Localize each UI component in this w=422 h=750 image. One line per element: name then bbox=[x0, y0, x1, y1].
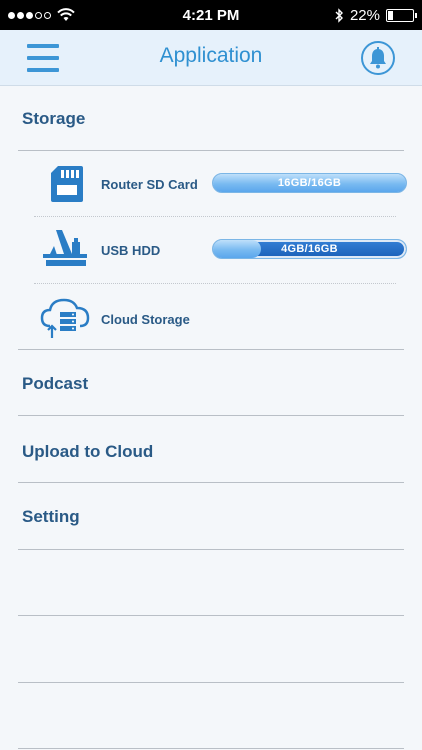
notification-button[interactable] bbox=[361, 41, 395, 75]
battery-percent: 22% bbox=[349, 6, 380, 24]
signal-strength-icon bbox=[8, 11, 51, 19]
storage-section-header[interactable]: Storage bbox=[22, 109, 85, 129]
divider bbox=[18, 748, 404, 749]
divider bbox=[18, 682, 404, 683]
storage-item-usb-hdd[interactable]: USB HDD 4GB/16GB bbox=[0, 220, 422, 280]
cloud-storage-icon bbox=[40, 298, 90, 338]
menu-item-upload-to-cloud[interactable]: Upload to Cloud bbox=[22, 442, 153, 462]
signal-dot bbox=[44, 11, 51, 19]
wifi-icon bbox=[57, 8, 75, 21]
signal-dot bbox=[8, 11, 15, 19]
battery-icon bbox=[385, 8, 417, 22]
divider bbox=[18, 615, 404, 616]
divider bbox=[18, 150, 404, 151]
usb-drive-icon bbox=[43, 230, 87, 266]
status-left bbox=[8, 8, 128, 22]
divider bbox=[18, 415, 404, 416]
battery-fill bbox=[387, 10, 394, 20]
divider bbox=[18, 482, 404, 483]
menu-item-podcast[interactable]: Podcast bbox=[22, 374, 88, 394]
page-title: Application bbox=[159, 44, 263, 67]
usage-progress-bar: 4GB/16GB bbox=[212, 239, 407, 259]
app-header: Application bbox=[0, 30, 422, 86]
bluetooth-icon bbox=[335, 7, 343, 23]
storage-item-label: Router SD Card bbox=[101, 177, 198, 192]
status-right: 22% bbox=[294, 6, 417, 24]
usage-text: 16GB/16GB bbox=[277, 177, 342, 189]
dotted-divider bbox=[34, 216, 396, 217]
status-bar: 4:21 PM 22% bbox=[0, 0, 422, 30]
menu-item-setting[interactable]: Setting bbox=[22, 507, 80, 527]
menu-line bbox=[27, 68, 59, 72]
divider bbox=[18, 349, 404, 350]
usage-progress-bar: 16GB/16GB bbox=[212, 173, 407, 193]
signal-dot bbox=[17, 11, 24, 19]
divider bbox=[18, 549, 404, 550]
storage-item-label: Cloud Storage bbox=[101, 312, 190, 327]
dotted-divider bbox=[34, 283, 396, 284]
signal-dot bbox=[26, 11, 33, 19]
storage-item-label: USB HDD bbox=[101, 243, 161, 258]
storage-item-router-sd-card[interactable]: Router SD Card 16GB/16GB bbox=[0, 155, 422, 215]
signal-dot bbox=[35, 11, 42, 19]
bell-icon bbox=[370, 47, 386, 69]
sd-card-icon bbox=[51, 166, 83, 202]
status-time: 4:21 PM bbox=[182, 6, 240, 24]
storage-item-cloud-storage[interactable]: Cloud Storage bbox=[0, 288, 422, 348]
usage-text: 4GB/16GB bbox=[281, 243, 338, 255]
